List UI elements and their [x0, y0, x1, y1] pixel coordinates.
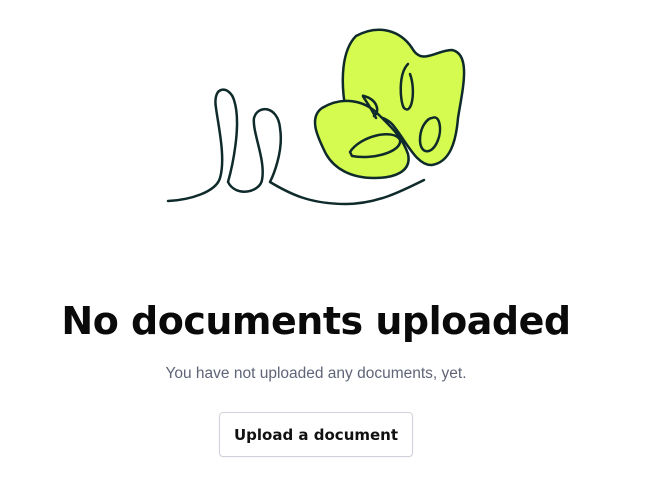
scribble-butterfly-illustration [166, 28, 466, 206]
page-title: No documents uploaded [61, 299, 571, 343]
upload-document-button[interactable]: Upload a document [219, 412, 413, 457]
empty-state: No documents uploaded You have not uploa… [0, 0, 665, 485]
empty-state-description: You have not uploaded any documents, yet… [165, 365, 467, 382]
